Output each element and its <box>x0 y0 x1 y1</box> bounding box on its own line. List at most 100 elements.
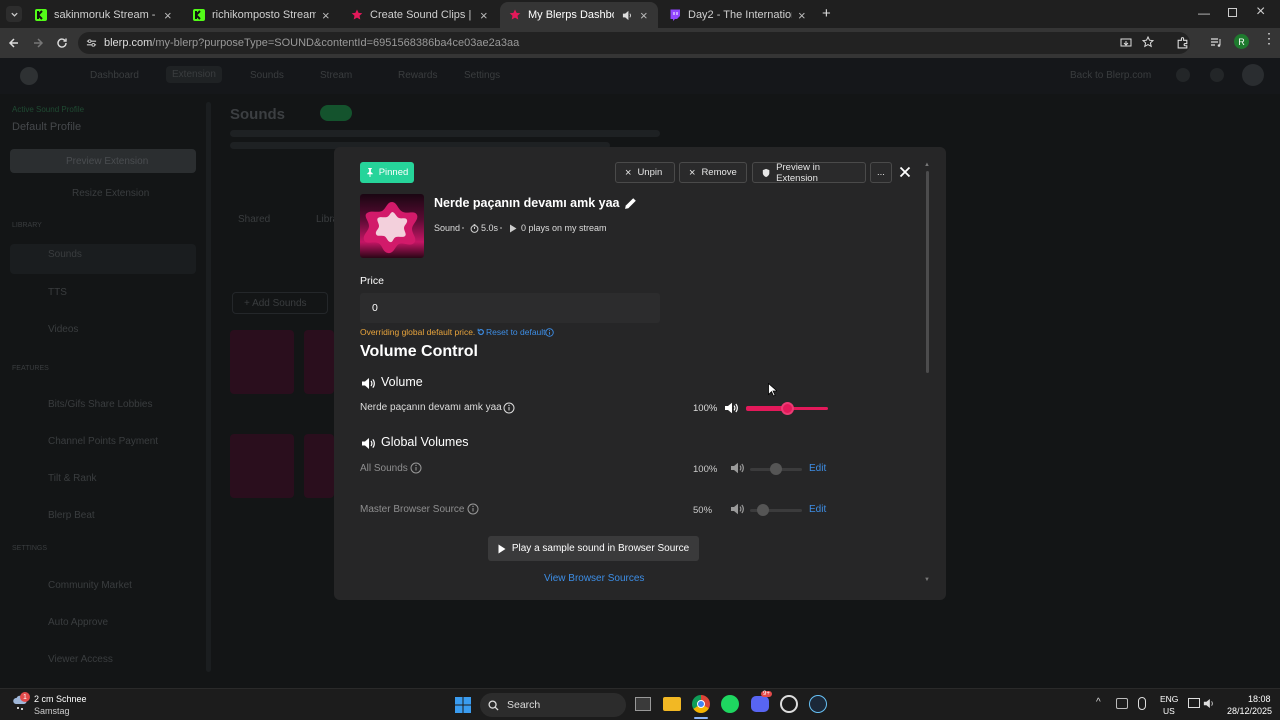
nav-extension[interactable]: Extension <box>166 66 222 83</box>
slider-thumb[interactable] <box>780 402 794 415</box>
address-bar[interactable]: blerp.com/my-blerp?purposeType=SOUND&con… <box>78 32 1190 54</box>
tray-app-icon[interactable] <box>1116 698 1128 709</box>
taskbar-search-box[interactable]: Search <box>480 693 626 717</box>
blerp-logo[interactable] <box>20 67 38 85</box>
sound-card-thumbnail[interactable] <box>304 330 334 394</box>
install-app-icon[interactable] <box>1120 37 1132 49</box>
nav-rewards[interactable]: Rewards <box>398 70 437 81</box>
sound-card-thumbnail[interactable] <box>230 434 294 498</box>
scroll-down-arrow[interactable]: ▼ <box>924 577 930 583</box>
start-button[interactable] <box>455 697 471 713</box>
nav-sounds[interactable]: Sounds <box>250 70 284 81</box>
help-icon[interactable] <box>1210 68 1224 82</box>
user-avatar[interactable] <box>1242 64 1264 86</box>
close-icon[interactable]: × <box>480 8 490 23</box>
extensions-icon[interactable] <box>1176 36 1189 49</box>
menu-icon[interactable]: ⋮ <box>1262 31 1276 45</box>
nav-dashboard[interactable]: Dashboard <box>90 70 139 81</box>
language-bottom[interactable]: US <box>1163 706 1175 716</box>
view-browser-sources-link[interactable]: View Browser Sources <box>544 573 644 584</box>
modal-scrollbar-thumb[interactable] <box>926 171 929 373</box>
forward-icon[interactable] <box>32 37 44 49</box>
spotify-icon[interactable] <box>721 695 739 713</box>
sidebar-item-tts[interactable]: TTS <box>48 287 67 298</box>
close-icon[interactable]: × <box>322 8 332 23</box>
network-icon[interactable] <box>1188 698 1200 708</box>
sidebar-item-bits[interactable]: Bits/Gifs Share Lobbies <box>48 399 153 410</box>
sidebar-item-tilt-rank[interactable]: Tilt & Rank <box>48 473 97 484</box>
master-edit-link[interactable]: Edit <box>809 504 826 515</box>
microphone-icon[interactable] <box>1138 697 1146 710</box>
steam-icon[interactable] <box>809 695 827 713</box>
info-icon[interactable] <box>503 402 515 414</box>
bookmark-star-icon[interactable] <box>1142 36 1154 48</box>
sidebar-item-videos[interactable]: Videos <box>48 324 78 335</box>
slider-thumb[interactable] <box>770 463 782 475</box>
info-icon[interactable] <box>467 503 479 515</box>
nav-settings[interactable]: Settings <box>464 70 500 81</box>
nav-stream[interactable]: Stream <box>320 70 352 81</box>
sidebar-item-sounds[interactable]: Sounds <box>48 249 82 260</box>
sound-card-thumbnail[interactable] <box>304 434 334 498</box>
slider-thumb[interactable] <box>757 504 769 516</box>
file-explorer-icon[interactable] <box>663 697 681 711</box>
scroll-up-arrow[interactable]: ▲ <box>924 162 930 168</box>
site-settings-icon[interactable] <box>86 38 97 48</box>
profile-name[interactable]: Default Profile <box>12 121 81 133</box>
sidebar-item-viewer-access[interactable]: Viewer Access <box>48 654 113 665</box>
profile-avatar[interactable]: R <box>1234 34 1249 49</box>
clock-time[interactable]: 18:08 <box>1248 694 1271 704</box>
edit-pencil-icon[interactable] <box>624 197 637 210</box>
close-icon[interactable] <box>899 166 911 178</box>
volume-icon[interactable] <box>1203 698 1215 709</box>
media-controls-icon[interactable] <box>1210 37 1222 48</box>
tab-richikomposto[interactable]: richikomposto Stream - Watch × <box>184 2 340 28</box>
unpin-button[interactable]: × Unpin <box>615 162 675 183</box>
back-icon[interactable] <box>8 37 20 49</box>
preview-in-extension-button[interactable]: Preview in Extension <box>752 162 866 184</box>
reload-icon[interactable] <box>56 37 68 49</box>
maximize-button[interactable] <box>1228 8 1237 17</box>
info-icon[interactable] <box>410 462 422 474</box>
sounds-toggle[interactable] <box>320 105 352 121</box>
all-sounds-edit-link[interactable]: Edit <box>809 463 826 474</box>
play-sample-sound-button[interactable]: Play a sample sound in Browser Source <box>488 536 699 561</box>
clock-date[interactable]: 28/12/2025 <box>1227 706 1272 716</box>
close-icon[interactable]: × <box>798 8 808 23</box>
resize-extension-button[interactable]: Resize Extension <box>72 188 149 199</box>
sidebar-item-community[interactable]: Community Market <box>48 580 132 591</box>
tab-my-blerps-dashboard[interactable]: My Blerps Dashboard × <box>500 2 658 28</box>
tab-shared[interactable]: Shared <box>238 214 270 225</box>
more-options-button[interactable]: ... <box>870 162 892 183</box>
info-icon[interactable] <box>545 328 554 337</box>
tab-sakinmoruk[interactable]: sakinmoruk Stream - Watch Liv × <box>26 2 182 28</box>
language-top[interactable]: ENG <box>1160 694 1178 704</box>
speaker-icon[interactable] <box>620 8 634 22</box>
minimize-button[interactable]: — <box>1198 6 1210 20</box>
tab-list-button[interactable] <box>6 6 22 22</box>
app-icon[interactable] <box>780 695 798 713</box>
sidebar-item-auto-approve[interactable]: Auto Approve <box>48 617 108 628</box>
tray-overflow-icon[interactable]: ^ <box>1096 697 1101 708</box>
close-icon[interactable]: × <box>164 8 174 23</box>
discord-icon[interactable] <box>751 696 769 712</box>
price-input[interactable]: 0 <box>360 293 660 323</box>
close-icon[interactable]: × <box>640 8 650 23</box>
speaker-icon[interactable] <box>730 462 744 474</box>
reset-icon[interactable] <box>477 328 485 336</box>
speaker-icon[interactable] <box>724 402 738 414</box>
chrome-icon[interactable] <box>692 695 710 713</box>
sidebar-item-sounds-bg[interactable] <box>10 244 196 274</box>
sound-card-thumbnail[interactable] <box>230 330 294 394</box>
tab-day2-international[interactable]: Day2 - The International 2025 × <box>660 2 816 28</box>
nav-back-to-blerp[interactable]: Back to Blerp.com <box>1070 70 1151 81</box>
task-view-icon[interactable] <box>635 697 651 711</box>
speaker-icon[interactable] <box>730 503 744 515</box>
reset-to-default-link[interactable]: Reset to default <box>486 327 546 337</box>
sidebar-scrollbar[interactable] <box>206 102 211 672</box>
window-close-button[interactable]: × <box>1256 3 1265 21</box>
sidebar-item-channel-points[interactable]: Channel Points Payment <box>48 436 158 447</box>
new-tab-button[interactable]: + <box>822 5 831 22</box>
sidebar-item-blerp-beat[interactable]: Blerp Beat <box>48 510 95 521</box>
tab-create-sound-clips[interactable]: Create Sound Clips | Tiktok You × <box>342 2 498 28</box>
